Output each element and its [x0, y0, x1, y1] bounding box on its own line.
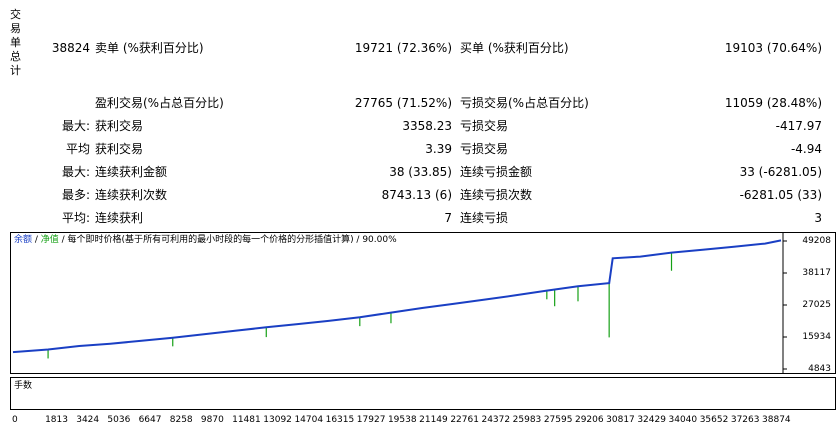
chart-title-separator: / — [32, 235, 41, 245]
row-prefix: 平均: — [61, 211, 90, 225]
statistics-panel: 交易单总计 38824 卖单 (%获利百分比) 19721 (72.36%) 买… — [0, 0, 840, 232]
x-tick-label: 14704 — [294, 415, 324, 425]
x-tick-label: 13092 — [263, 415, 292, 425]
row-left-label: 连续获利 — [95, 211, 144, 225]
y-tick-label: 49208 — [802, 236, 831, 246]
x-tick-label: 1813 — [45, 415, 68, 425]
x-tick-label: 19538 — [387, 415, 417, 425]
x-tick-label: 30817 — [606, 415, 635, 425]
x-tick-label: 11481 — [232, 415, 261, 425]
x-tick-label: 37263 — [730, 415, 760, 425]
row-left-label: 连续获利金额 — [95, 165, 168, 179]
row-right-label: 亏损交易 — [460, 119, 509, 133]
x-tick-label: 17927 — [356, 415, 386, 425]
x-tick-label: 32429 — [637, 415, 666, 425]
chart-title-balance: 余额 — [14, 235, 33, 245]
trades-total-side-label: 交易单总计 — [10, 8, 21, 77]
sell-trades-label: 卖单 (%获利百分比) — [95, 41, 204, 55]
row-left-value: 38 (33.85) — [389, 165, 452, 179]
profit-trades-label: 盈利交易(%占总百分比) — [95, 96, 224, 110]
x-tick-label: 21149 — [419, 415, 448, 425]
x-tick-label: 27595 — [543, 415, 573, 425]
x-tick-label: 34040 — [668, 415, 698, 425]
row-prefix: 最大: — [61, 119, 90, 133]
row-right-label: 连续亏损次数 — [460, 188, 533, 202]
x-tick-label: 3424 — [76, 415, 100, 425]
volume-panel-label: 手数 — [14, 381, 33, 391]
row-right-value: -417.97 — [775, 119, 822, 133]
loss-trades-label: 亏损交易(%占总百分比) — [460, 96, 589, 110]
volume-panel: 手数 — [10, 377, 836, 410]
row-left-value: 3.39 — [425, 142, 452, 156]
chart-title-rest: / 每个即时价格(基于所有可利用的最小时段的每一个价格的分形插值计算) / 90… — [58, 235, 397, 245]
row-right-value: -6281.05 (33) — [739, 188, 822, 202]
x-tick-label: 35652 — [699, 415, 729, 425]
loss-trades-value: 11059 (28.48%) — [724, 96, 822, 110]
x-tick-label: 25983 — [512, 415, 542, 425]
x-tick-label: 29206 — [574, 415, 604, 425]
x-tick-label: 24372 — [481, 415, 511, 425]
row-prefix: 最大: — [61, 165, 90, 179]
row-right-label: 连续亏损 — [460, 211, 509, 225]
y-tick-label: 4843 — [808, 364, 831, 374]
balance-series-line — [12, 239, 782, 354]
balance-equity-chart: 余额 / 净值 / 每个即时价格(基于所有可利用的最小时段的每一个价格的分形插值… — [10, 232, 836, 374]
row-left-label: 获利交易 — [95, 142, 144, 156]
chart-title-equity: 净值 — [40, 235, 59, 245]
y-tick-label: 15934 — [802, 332, 831, 342]
chart-plot-area — [12, 233, 787, 373]
x-axis: 0 1813 3424 5036 6647 8258 9870 11481 13092 14704… — [0, 413, 840, 429]
row-right-value: 33 (-6281.05) — [739, 165, 822, 179]
profit-trades-value: 27765 (71.52%) — [354, 96, 452, 110]
row-left-label: 获利交易 — [95, 119, 144, 133]
x-tick-label: 38874 — [762, 415, 791, 425]
row-left-value: 8743.13 (6) — [381, 188, 452, 202]
total-trades-value: 38824 — [51, 41, 90, 55]
x-tick-label: 9870 — [200, 415, 224, 425]
x-tick-label: 6647 — [138, 415, 162, 425]
x-tick-label: 16315 — [325, 415, 355, 425]
row-right-label: 连续亏损金额 — [460, 165, 533, 179]
row-prefix: 平均 — [65, 142, 90, 156]
row-prefix: 最多: — [61, 188, 90, 202]
x-tick-label: 0 — [12, 415, 18, 425]
x-tick-label: 22761 — [450, 415, 479, 425]
x-tick-label: 8258 — [169, 415, 193, 425]
sell-trades-value: 19721 (72.36%) — [354, 41, 452, 55]
row-right-label: 亏损交易 — [460, 142, 509, 156]
y-tick-label: 38117 — [802, 267, 831, 278]
row-left-value: 3358.23 — [402, 119, 452, 133]
row-left-value: 7 — [444, 211, 452, 225]
buy-trades-label: 买单 (%获利百分比) — [460, 41, 569, 55]
y-tick-label: 27025 — [802, 300, 831, 310]
row-left-label: 连续获利次数 — [95, 188, 168, 202]
chart-title: 余额 / 净值 / 每个即时价格(基于所有可利用的最小时段的每一个价格的分形插值… — [14, 235, 397, 246]
row-right-value: 3 — [814, 211, 822, 225]
row-right-value: -4.94 — [790, 142, 822, 156]
buy-trades-value: 19103 (70.64%) — [724, 41, 822, 55]
x-tick-label: 5036 — [107, 415, 131, 425]
